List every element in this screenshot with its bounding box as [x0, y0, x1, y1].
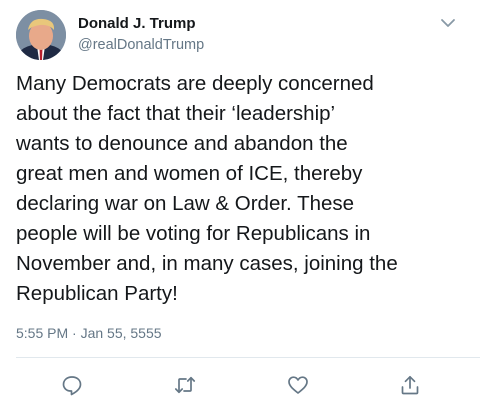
reply-icon[interactable] — [61, 374, 83, 396]
chevron-down-icon[interactable] — [438, 16, 458, 30]
user-handle[interactable]: @realDonaldTrump — [78, 37, 204, 53]
tweet-text: Many Democrats are deeply concerned abou… — [16, 72, 398, 305]
share-icon[interactable] — [399, 374, 421, 396]
avatar[interactable] — [16, 10, 66, 60]
divider — [16, 357, 480, 358]
display-name[interactable]: Donald J. Trump — [78, 15, 196, 32]
tweet-timestamp[interactable]: 5:55 PM · Jan 55, 5555 — [16, 325, 162, 341]
like-icon[interactable] — [287, 374, 309, 396]
tweet-card: Donald J. Trump @realDonaldTrump Many De… — [0, 0, 480, 410]
retweet-icon[interactable] — [174, 374, 196, 396]
